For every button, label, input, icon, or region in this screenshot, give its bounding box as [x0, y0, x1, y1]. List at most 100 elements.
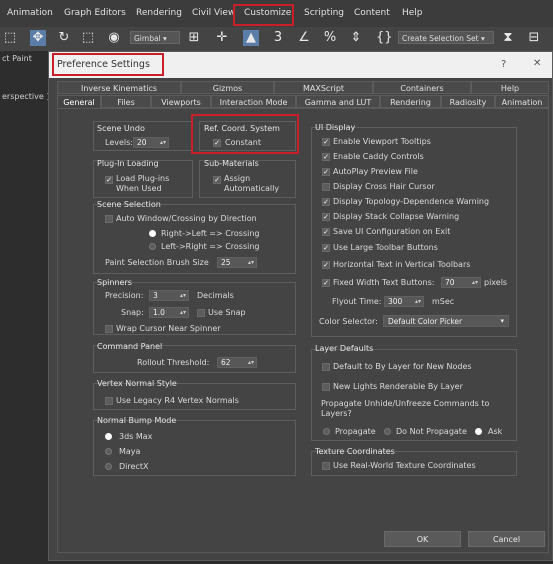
snap-label: Snap:	[121, 308, 144, 317]
left-right-radio[interactable]	[149, 243, 156, 250]
move-icon[interactable]: ✥	[30, 30, 46, 46]
viewport-tooltips-checkbox[interactable]: ✓	[322, 138, 330, 146]
normal-bump-title: Normal Bump Mode	[97, 416, 177, 425]
tab-animation[interactable]: Animation	[495, 95, 549, 108]
angle-snap-icon[interactable]: ∠	[296, 30, 312, 46]
tab-general[interactable]: General	[57, 95, 101, 108]
rotate-icon[interactable]: ↻	[56, 30, 72, 46]
propagate-question-1: Propagate Unhide/Unfreeze Commands to	[321, 399, 490, 408]
tab-rendering[interactable]: Rendering	[380, 95, 441, 108]
main-toolbar: ⬚ ✥ ↻ ⬚ ◉ Gimbal ▾ ⊞ ✛ ▲ 3 ∠ % ⇕ {} Crea…	[0, 27, 553, 52]
decimals-label: Decimals	[197, 291, 234, 300]
ok-button[interactable]: OK	[384, 531, 461, 547]
snaps-3d-icon[interactable]: 3	[270, 30, 286, 46]
tab-files[interactable]: Files	[101, 95, 151, 108]
color-selector-dropdown[interactable]: Default Color Picker ▾	[383, 315, 509, 327]
legacy-normals-checkbox[interactable]	[105, 397, 113, 405]
cancel-button[interactable]: Cancel	[468, 531, 545, 547]
topology-warning-checkbox[interactable]: ✓	[322, 198, 330, 206]
select-manipulate-icon[interactable]: ✛	[214, 30, 230, 46]
new-lights-label: New Lights Renderable By Layer	[333, 382, 463, 391]
tab-help[interactable]: Help	[471, 81, 549, 94]
precision-spinner[interactable]: 3 ▴▾	[149, 290, 189, 301]
bump-directx-radio[interactable]	[105, 463, 112, 470]
menu-content[interactable]: Content	[354, 8, 390, 18]
vertex-normal-title: Vertex Normal Style	[97, 379, 177, 388]
align-icon[interactable]: ⊟	[526, 30, 542, 46]
precision-value: 3	[153, 291, 158, 300]
assign-checkbox[interactable]: ✓	[213, 176, 221, 184]
default-bylayer-checkbox[interactable]	[322, 363, 330, 371]
use-snap-checkbox[interactable]	[197, 309, 205, 317]
coord-system-dropdown[interactable]: Gimbal ▾	[130, 31, 180, 44]
propagate-question-2: Layers?	[321, 409, 352, 418]
use-snap-label: Use Snap	[208, 308, 246, 317]
close-icon[interactable]: ✕	[533, 58, 541, 69]
levels-spinner[interactable]: 20 ▴▾	[133, 137, 169, 148]
caddy-controls-checkbox[interactable]: ✓	[322, 153, 330, 161]
assign-label-2: Automatically	[224, 184, 280, 193]
selection-set-dropdown[interactable]: Create Selection Set ▾	[398, 31, 494, 44]
ask-radio[interactable]	[475, 428, 482, 435]
autoplay-preview-checkbox[interactable]: ✓	[322, 168, 330, 176]
rollout-threshold-spinner[interactable]: 62 ▴▾	[217, 357, 257, 368]
right-left-label: Right->Left => Crossing	[161, 229, 260, 238]
menu-graph-editors[interactable]: Graph Editors	[64, 8, 126, 18]
save-ui-config-checkbox[interactable]: ✓	[322, 228, 330, 236]
color-selector-value: Default Color Picker	[388, 317, 463, 326]
flyout-time-spinner[interactable]: 300 ▴▾	[384, 296, 424, 307]
flyout-time-value: 300	[388, 297, 403, 306]
menu-animation[interactable]: Animation	[7, 8, 53, 18]
menu-scripting[interactable]: Scripting	[304, 8, 344, 18]
panel-label: ct Paint	[2, 54, 32, 63]
large-toolbar-label: Use Large Toolbar Buttons	[333, 243, 438, 252]
snap-spinner[interactable]: 1.0 ▴▾	[149, 307, 189, 318]
tab-containers[interactable]: Containers	[373, 81, 471, 94]
named-selection-icon[interactable]: {}	[376, 30, 393, 46]
propagate-radio[interactable]	[323, 428, 330, 435]
color-selector-label: Color Selector:	[319, 317, 378, 326]
legacy-normals-label: Use Legacy R4 Vertex Normals	[116, 396, 239, 405]
menu-help[interactable]: Help	[402, 8, 423, 18]
mirror-icon[interactable]: ⧗	[500, 30, 516, 46]
tab-maxscript[interactable]: MAXScript	[274, 81, 373, 94]
keyboard-shortcut-icon[interactable]: ▲	[243, 30, 259, 46]
do-not-propagate-radio[interactable]	[384, 428, 391, 435]
paint-icon[interactable]: ◉	[106, 30, 122, 46]
bump-maya-radio[interactable]	[105, 448, 112, 455]
cross-hair-checkbox[interactable]	[322, 183, 330, 191]
tab-viewports[interactable]: Viewports	[151, 95, 211, 108]
fixed-width-checkbox[interactable]: ✓	[322, 279, 330, 287]
help-icon[interactable]: ?	[501, 59, 506, 70]
pivot-icon[interactable]: ⊞	[186, 30, 202, 46]
load-plugins-checkbox[interactable]: ✓	[105, 176, 113, 184]
brush-size-spinner[interactable]: 25 ▴▾	[217, 257, 257, 268]
preference-settings-dialog: Preference Settings ? ✕ Inverse Kinemati…	[48, 51, 553, 561]
tab-interaction-mode[interactable]: Interaction Mode	[211, 95, 296, 108]
menu-rendering[interactable]: Rendering	[136, 8, 182, 18]
cross-hair-label: Display Cross Hair Cursor	[333, 182, 435, 191]
assign-label-1: Assign	[224, 174, 251, 183]
stack-collapse-checkbox[interactable]: ✓	[322, 213, 330, 221]
fixed-width-spinner[interactable]: 70 ▴▾	[441, 277, 481, 288]
spinner-snap-icon[interactable]: ⇕	[348, 30, 364, 46]
menu-civil-view[interactable]: Civil View	[192, 8, 235, 18]
load-plugins-label-2: When Used	[116, 184, 162, 193]
tab-radiosity[interactable]: Radiosity	[441, 95, 495, 108]
right-left-radio[interactable]	[149, 230, 156, 237]
large-toolbar-checkbox[interactable]: ✓	[322, 244, 330, 252]
real-world-checkbox[interactable]	[322, 462, 330, 470]
flyout-time-label: Flyout Time:	[332, 297, 382, 306]
new-lights-checkbox[interactable]	[322, 383, 330, 391]
tab-inverse-kinematics[interactable]: Inverse Kinematics	[57, 81, 181, 94]
tab-gamma-lut[interactable]: Gamma and LUT	[296, 95, 380, 108]
select-window-icon[interactable]: ⬚	[80, 30, 96, 46]
bump-3dsmax-radio[interactable]	[105, 433, 112, 440]
auto-window-checkbox[interactable]	[105, 215, 113, 223]
fixed-width-value: 70	[445, 278, 455, 287]
percent-snap-icon[interactable]: %	[322, 30, 338, 46]
tab-gizmos[interactable]: Gizmos	[181, 81, 274, 94]
wrap-cursor-checkbox[interactable]	[105, 325, 113, 333]
horizontal-text-checkbox[interactable]: ✓	[322, 261, 330, 269]
select-region-icon[interactable]: ⬚	[2, 30, 18, 46]
